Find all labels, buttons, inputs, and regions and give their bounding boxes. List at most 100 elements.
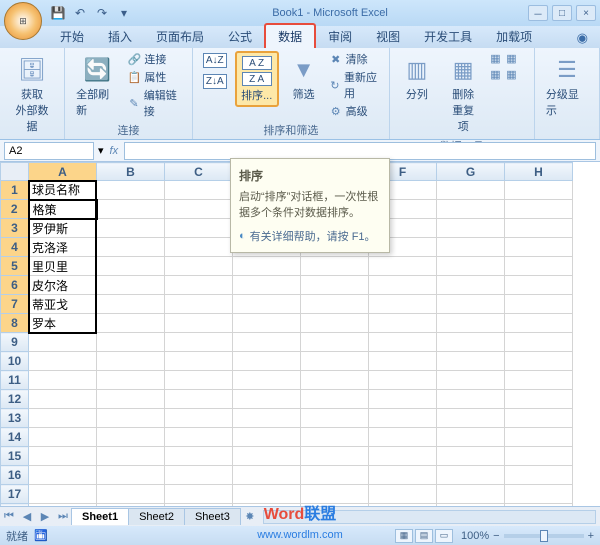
tool-4[interactable]: ▦ bbox=[504, 67, 518, 81]
qat-dropdown-icon[interactable]: ▾ bbox=[116, 5, 132, 21]
cell-B14[interactable] bbox=[97, 428, 165, 447]
cell-F6[interactable] bbox=[369, 276, 437, 295]
cell-D12[interactable] bbox=[233, 390, 301, 409]
cell-E16[interactable] bbox=[301, 466, 369, 485]
page-layout-button[interactable]: ▤ bbox=[415, 529, 433, 543]
cell-H4[interactable] bbox=[505, 238, 573, 257]
cell-F7[interactable] bbox=[369, 295, 437, 314]
cell-E9[interactable] bbox=[301, 333, 369, 352]
normal-view-button[interactable]: ▦ bbox=[395, 529, 413, 543]
cell-G9[interactable] bbox=[437, 333, 505, 352]
row-header-5[interactable]: 5 bbox=[1, 257, 29, 276]
cell-C16[interactable] bbox=[165, 466, 233, 485]
select-all-cell[interactable] bbox=[1, 163, 29, 181]
col-header-A[interactable]: A bbox=[29, 163, 97, 181]
prev-sheet-button[interactable]: ◀ bbox=[18, 510, 36, 523]
zoom-level[interactable]: 100% bbox=[461, 530, 489, 542]
zoom-out-button[interactable]: − bbox=[493, 530, 499, 542]
cell-B2[interactable] bbox=[97, 200, 165, 219]
row-header-3[interactable]: 3 bbox=[1, 219, 29, 238]
fx-label[interactable]: fx bbox=[104, 145, 125, 157]
cell-A14[interactable] bbox=[29, 428, 97, 447]
cell-H15[interactable] bbox=[505, 447, 573, 466]
cell-B13[interactable] bbox=[97, 409, 165, 428]
cell-F18[interactable] bbox=[369, 504, 437, 507]
tool-3[interactable]: ▦ bbox=[488, 67, 502, 81]
cell-C14[interactable] bbox=[165, 428, 233, 447]
advanced-filter-button[interactable]: ⚙高级 bbox=[329, 103, 383, 119]
cell-H6[interactable] bbox=[505, 276, 573, 295]
cell-C11[interactable] bbox=[165, 371, 233, 390]
tab-formula[interactable]: 公式 bbox=[216, 25, 264, 48]
refresh-all-button[interactable]: 🔄 全部刷新 bbox=[71, 51, 123, 121]
cell-B5[interactable] bbox=[97, 257, 165, 276]
cell-G18[interactable] bbox=[437, 504, 505, 507]
cell-G16[interactable] bbox=[437, 466, 505, 485]
cell-C6[interactable] bbox=[165, 276, 233, 295]
cell-C5[interactable] bbox=[165, 257, 233, 276]
cell-G4[interactable] bbox=[437, 238, 505, 257]
cell-D14[interactable] bbox=[233, 428, 301, 447]
cell-C7[interactable] bbox=[165, 295, 233, 314]
cell-B15[interactable] bbox=[97, 447, 165, 466]
tab-devtools[interactable]: 开发工具 bbox=[412, 25, 484, 48]
cell-A6[interactable]: 皮尔洛 bbox=[29, 276, 97, 295]
cell-C1[interactable] bbox=[165, 181, 233, 200]
close-button[interactable]: × bbox=[576, 5, 596, 21]
properties-button[interactable]: 📋属性 bbox=[127, 69, 186, 85]
row-header-18[interactable]: 18 bbox=[1, 504, 29, 507]
cell-D10[interactable] bbox=[233, 352, 301, 371]
row-header-6[interactable]: 6 bbox=[1, 276, 29, 295]
cell-D7[interactable] bbox=[233, 295, 301, 314]
zoom-in-button[interactable]: + bbox=[588, 530, 594, 542]
tab-data[interactable]: 数据 bbox=[264, 23, 316, 48]
sort-az-button[interactable]: A↓Z bbox=[199, 51, 231, 70]
cell-C8[interactable] bbox=[165, 314, 233, 333]
row-header-1[interactable]: 1 bbox=[1, 181, 29, 200]
cell-G14[interactable] bbox=[437, 428, 505, 447]
row-header-2[interactable]: 2 bbox=[1, 200, 29, 219]
cell-D9[interactable] bbox=[233, 333, 301, 352]
office-button[interactable]: ⊞ bbox=[4, 2, 42, 40]
tab-view[interactable]: 视图 bbox=[364, 25, 412, 48]
cell-H17[interactable] bbox=[505, 485, 573, 504]
cell-B1[interactable] bbox=[97, 181, 165, 200]
cell-A12[interactable] bbox=[29, 390, 97, 409]
cell-A16[interactable] bbox=[29, 466, 97, 485]
cell-H9[interactable] bbox=[505, 333, 573, 352]
cell-G12[interactable] bbox=[437, 390, 505, 409]
cell-D5[interactable] bbox=[233, 257, 301, 276]
cell-G7[interactable] bbox=[437, 295, 505, 314]
row-header-8[interactable]: 8 bbox=[1, 314, 29, 333]
cell-C12[interactable] bbox=[165, 390, 233, 409]
row-header-9[interactable]: 9 bbox=[1, 333, 29, 352]
sheet-tab-2[interactable]: Sheet2 bbox=[128, 508, 185, 525]
cell-C13[interactable] bbox=[165, 409, 233, 428]
sort-button[interactable]: A ZZ A 排序... bbox=[235, 51, 279, 107]
row-header-4[interactable]: 4 bbox=[1, 238, 29, 257]
cell-D6[interactable] bbox=[233, 276, 301, 295]
cell-A15[interactable] bbox=[29, 447, 97, 466]
cell-F12[interactable] bbox=[369, 390, 437, 409]
cell-H8[interactable] bbox=[505, 314, 573, 333]
col-header-H[interactable]: H bbox=[505, 163, 573, 181]
cell-A9[interactable] bbox=[29, 333, 97, 352]
col-header-C[interactable]: C bbox=[165, 163, 233, 181]
connections-button[interactable]: 🔗连接 bbox=[127, 51, 186, 67]
cell-B17[interactable] bbox=[97, 485, 165, 504]
filter-button[interactable]: ▼ 筛选 bbox=[283, 51, 325, 105]
cell-H18[interactable] bbox=[505, 504, 573, 507]
row-header-7[interactable]: 7 bbox=[1, 295, 29, 314]
cell-A2[interactable]: 格策 bbox=[29, 200, 97, 219]
cell-C15[interactable] bbox=[165, 447, 233, 466]
row-header-10[interactable]: 10 bbox=[1, 352, 29, 371]
cell-G5[interactable] bbox=[437, 257, 505, 276]
name-box[interactable]: A2 bbox=[4, 142, 94, 160]
cell-C9[interactable] bbox=[165, 333, 233, 352]
clear-filter-button[interactable]: ✖清除 bbox=[329, 51, 383, 67]
cell-G13[interactable] bbox=[437, 409, 505, 428]
cell-A5[interactable]: 里贝里 bbox=[29, 257, 97, 276]
cell-A8[interactable]: 罗本 bbox=[29, 314, 97, 333]
cell-G17[interactable] bbox=[437, 485, 505, 504]
help-icon[interactable]: ◉ bbox=[571, 28, 594, 48]
